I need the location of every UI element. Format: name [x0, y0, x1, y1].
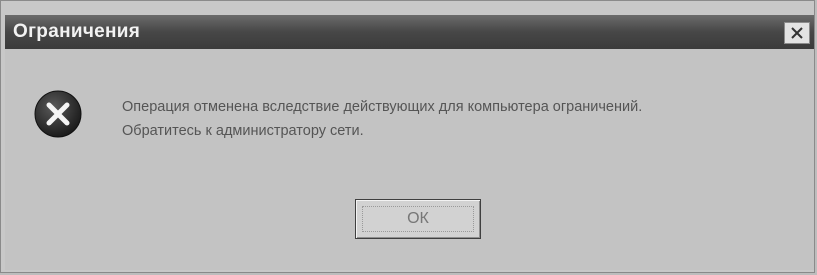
- ok-button-label: ОК: [407, 210, 429, 227]
- error-message-line-2: Обратитесь к администратору сети.: [122, 123, 364, 139]
- title-bar[interactable]: Ограничения: [5, 15, 814, 49]
- error-message: Операция отменена вследствие действующих…: [122, 95, 642, 143]
- close-icon: [791, 27, 803, 39]
- restriction-dialog: Ограничения Операция отменена вследствие…: [0, 0, 815, 273]
- ok-button[interactable]: ОК: [355, 199, 481, 239]
- close-button[interactable]: [784, 22, 810, 44]
- dialog-body: Операция отменена вследствие действующих…: [5, 49, 814, 270]
- error-icon: [34, 90, 82, 138]
- error-message-line-1: Операция отменена вследствие действующих…: [122, 99, 643, 115]
- dialog-title: Ограничения: [13, 21, 141, 42]
